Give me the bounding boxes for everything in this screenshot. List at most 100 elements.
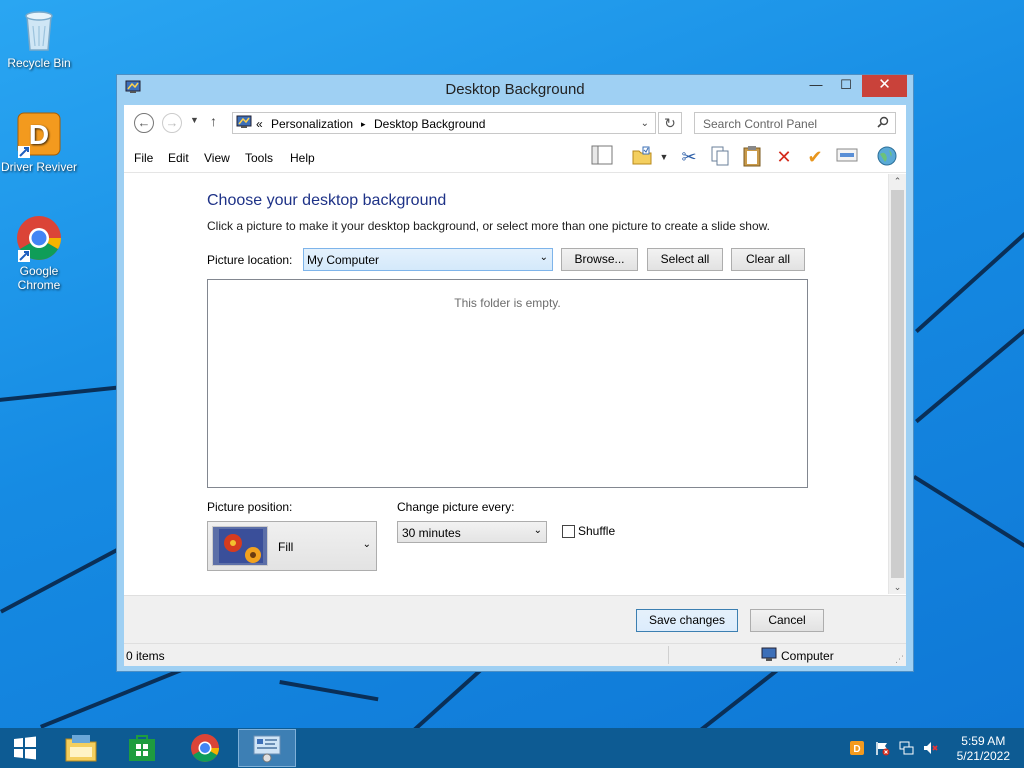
taskbar-control-panel[interactable]: [238, 729, 296, 767]
item-count: 0 items: [126, 649, 165, 663]
vertical-scrollbar[interactable]: ⌃ ⌄: [888, 174, 906, 594]
status-bar: 0 items Computer ⋰: [124, 643, 906, 666]
layout-pane-icon[interactable]: [590, 145, 614, 169]
taskbar-file-explorer[interactable]: [52, 729, 110, 767]
scroll-up-icon[interactable]: ⌃: [889, 174, 906, 188]
file-explorer-icon: [65, 735, 97, 762]
chrome-icon: [191, 734, 219, 762]
picture-position-select[interactable]: Fill ⌄: [207, 521, 377, 571]
store-icon: [129, 735, 155, 761]
address-dropdown-icon[interactable]: ⌄: [641, 118, 649, 129]
resize-grip-icon[interactable]: ⋰: [895, 654, 904, 665]
change-picture-select[interactable]: 30 minutes ⌄: [397, 521, 547, 543]
content-pane: Choose your desktop background Click a p…: [124, 174, 888, 594]
wallpaper-line: [279, 680, 379, 702]
back-arrow-icon[interactable]: ←: [134, 113, 154, 133]
save-changes-button[interactable]: Save changes: [636, 609, 738, 632]
menu-help[interactable]: Help: [290, 151, 315, 165]
desktop-icon-label: Driver Reviver: [0, 160, 77, 174]
close-button[interactable]: ✕: [862, 75, 907, 97]
taskbar-chrome[interactable]: [176, 729, 234, 767]
globe-icon[interactable]: [875, 145, 899, 169]
breadcrumb-personalization[interactable]: Personalization: [271, 117, 353, 131]
menu-tools[interactable]: Tools: [245, 151, 273, 165]
desktop-icon-driver-reviver[interactable]: D Driver Reviver: [0, 110, 78, 174]
search-placeholder: Search Control Panel: [703, 117, 818, 131]
breadcrumb-overflow[interactable]: «: [256, 117, 263, 131]
refresh-icon[interactable]: ↻: [658, 112, 682, 134]
recent-locations-chevron-icon[interactable]: ▼: [190, 115, 199, 125]
navigation-bar: ← → ▼ ↑ « Personalization ▸ Desktop Back…: [124, 105, 906, 141]
change-picture-value: 30 minutes: [402, 526, 461, 540]
clock-time: 5:59 AM: [961, 734, 1006, 748]
cut-icon[interactable]: ✂: [677, 145, 701, 169]
driver-reviver-tray-icon[interactable]: D: [849, 740, 865, 756]
picture-list[interactable]: This folder is empty.: [207, 279, 808, 488]
network-icon[interactable]: [898, 740, 914, 756]
control-panel-icon: [236, 115, 252, 133]
shuffle-label[interactable]: Shuffle: [578, 524, 615, 538]
scroll-down-icon[interactable]: ⌄: [889, 580, 906, 594]
driver-reviver-icon: D: [15, 110, 63, 158]
page-title: Choose your desktop background: [207, 192, 447, 209]
window-title: Desktop Background: [445, 81, 585, 98]
picture-location-label: Picture location:: [207, 253, 293, 267]
copy-icon[interactable]: [708, 145, 732, 169]
picture-position-label: Picture position:: [207, 500, 293, 514]
status-divider: [668, 646, 669, 664]
folder-options-dropdown-icon[interactable]: ▼: [652, 145, 676, 169]
desktop-background-window: Desktop Background — ☐ ✕ ← → ▼ ↑ « Perso…: [116, 74, 914, 672]
window-client: ← → ▼ ↑ « Personalization ▸ Desktop Back…: [124, 105, 906, 666]
folder-options-icon[interactable]: [630, 145, 654, 169]
taskbar-store[interactable]: [113, 729, 171, 767]
wallpaper-line: [915, 222, 1024, 333]
delete-icon[interactable]: ✕: [772, 145, 796, 169]
breadcrumb-desktop-background[interactable]: Desktop Background: [374, 117, 485, 131]
browse-button[interactable]: Browse...: [561, 248, 638, 271]
wallpaper-line: [912, 475, 1024, 553]
search-icon[interactable]: [877, 116, 889, 131]
recycle-bin-icon: [15, 6, 63, 54]
select-all-button[interactable]: Select all: [647, 248, 723, 271]
volume-muted-icon[interactable]: [922, 740, 938, 756]
desktop-icon-recycle-bin[interactable]: Recycle Bin: [0, 6, 78, 70]
address-bar[interactable]: « Personalization ▸ Desktop Background ⌄: [232, 112, 656, 134]
taskbar-clock[interactable]: 5:59 AM 5/21/2022: [957, 734, 1010, 764]
desktop-icon-label: Recycle Bin: [7, 56, 71, 70]
picture-position-value: Fill: [278, 540, 294, 554]
clear-all-button[interactable]: Clear all: [731, 248, 805, 271]
breadcrumb-separator[interactable]: ▸: [361, 119, 366, 130]
status-location: Computer: [781, 649, 834, 663]
minimize-button[interactable]: —: [801, 75, 831, 97]
menu-bar: File Edit View Tools Help ▼ ✂ ✕ ✔: [124, 141, 906, 173]
up-arrow-icon[interactable]: ↑: [210, 113, 217, 129]
action-footer: Save changes Cancel: [124, 595, 906, 643]
search-input[interactable]: Search Control Panel: [694, 112, 896, 134]
scrollbar-thumb[interactable]: [891, 190, 904, 578]
menu-file[interactable]: File: [134, 151, 153, 165]
control-panel-icon: [253, 735, 281, 763]
chevron-down-icon: ⌄: [533, 525, 542, 536]
maximize-button[interactable]: ☐: [831, 75, 861, 97]
shuffle-checkbox[interactable]: [562, 525, 575, 538]
title-bar[interactable]: Desktop Background — ☐ ✕: [117, 75, 913, 105]
action-center-flag-icon[interactable]: [874, 740, 890, 756]
fill-preview-image: [212, 526, 268, 566]
wallpaper-line: [0, 544, 126, 614]
clock-date: 5/21/2022: [956, 749, 1010, 763]
menu-view[interactable]: View: [204, 151, 230, 165]
svg-text:D: D: [853, 744, 860, 755]
picture-location-value: My Computer: [307, 253, 380, 267]
windows-logo-icon: [14, 736, 36, 760]
paste-icon[interactable]: [740, 145, 764, 169]
rename-icon[interactable]: [835, 145, 859, 169]
desktop-icon-google-chrome[interactable]: Google Chrome: [0, 214, 78, 292]
picture-location-select[interactable]: My Computer ⌄: [303, 248, 553, 271]
menu-edit[interactable]: Edit: [168, 151, 189, 165]
wallpaper-line: [915, 323, 1024, 424]
forward-arrow-icon[interactable]: →: [162, 113, 182, 133]
start-button[interactable]: [0, 729, 50, 767]
properties-checkmark-icon[interactable]: ✔: [803, 145, 827, 169]
chevron-down-icon: ⌄: [539, 252, 548, 263]
cancel-button[interactable]: Cancel: [750, 609, 824, 632]
